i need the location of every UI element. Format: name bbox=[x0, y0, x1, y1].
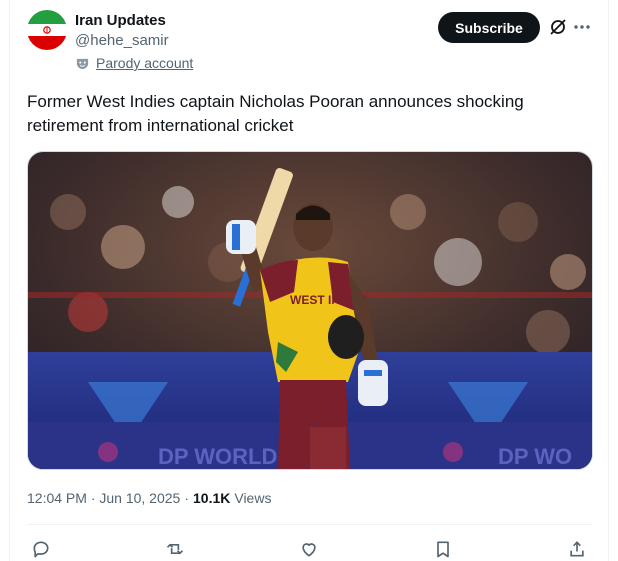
subscribe-button[interactable]: Subscribe bbox=[438, 12, 540, 43]
like-icon bbox=[302, 543, 316, 557]
meta-separator: · bbox=[184, 490, 189, 506]
tweet-text: Former West Indies captain Nicholas Poor… bbox=[27, 92, 524, 135]
svg-text:DP WO: DP WO bbox=[498, 444, 572, 469]
reply-button[interactable] bbox=[30, 538, 52, 560]
author-name[interactable]: Iran Updates bbox=[75, 12, 166, 29]
tweet-card: Iran Updates @hehe_samir Parody account … bbox=[9, 0, 609, 561]
views-label: Views bbox=[234, 490, 272, 506]
tweet-media-image[interactable]: DP WORLD DP WO WEST INDIES bbox=[27, 151, 593, 470]
parody-label[interactable]: Parody account bbox=[96, 55, 193, 71]
share-button[interactable] bbox=[566, 538, 588, 560]
bookmark-icon bbox=[437, 541, 449, 558]
share-icon bbox=[570, 541, 584, 557]
parody-badge[interactable]: Parody account bbox=[75, 55, 193, 71]
author-handle[interactable]: @hehe_samir bbox=[75, 32, 169, 49]
iran-flag-icon bbox=[27, 10, 67, 50]
bookmark-button[interactable] bbox=[432, 538, 454, 560]
repost-icon bbox=[166, 543, 184, 555]
avatar[interactable] bbox=[27, 10, 67, 50]
svg-text:DP WORLD: DP WORLD bbox=[158, 444, 277, 469]
repost-button[interactable] bbox=[164, 538, 186, 560]
cricket-photo: DP WORLD DP WO WEST INDIES bbox=[28, 152, 592, 469]
tweet-meta: 12:04 PM · Jun 10, 2025 · 10.1K Views bbox=[27, 490, 271, 506]
more-icon[interactable] bbox=[572, 17, 592, 37]
parody-mask-icon bbox=[76, 58, 89, 69]
grok-icon[interactable] bbox=[548, 17, 568, 37]
views-count: 10.1K bbox=[193, 490, 231, 506]
like-button[interactable] bbox=[298, 538, 320, 560]
reply-icon bbox=[33, 541, 49, 558]
divider bbox=[27, 524, 593, 525]
timestamp[interactable]: 12:04 PM · Jun 10, 2025 bbox=[27, 490, 180, 506]
